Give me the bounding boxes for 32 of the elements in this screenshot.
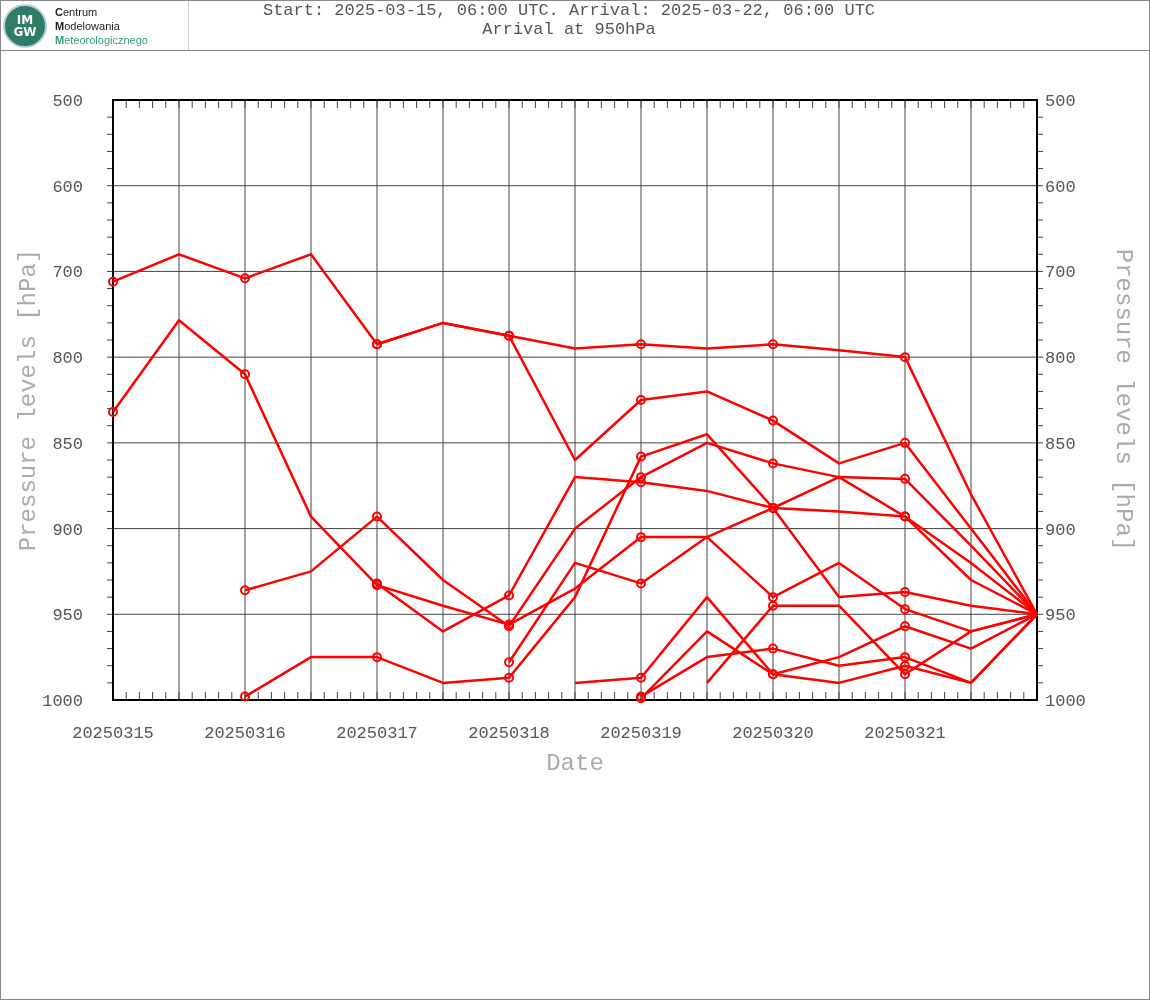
x-tick-label: 20250316 bbox=[204, 724, 286, 743]
logo-text: Centrum bbox=[55, 4, 99, 19]
logo-text: Meteorologicznego bbox=[55, 32, 148, 47]
y-axis-label: Pressure levels [hPa] bbox=[15, 248, 42, 552]
y-tick-label: 600 bbox=[52, 177, 83, 197]
y-tick-label: 800 bbox=[1045, 349, 1076, 369]
x-axis-label: Date bbox=[546, 750, 604, 777]
y-tick-label: 1000 bbox=[42, 692, 83, 711]
y-tick-label: 500 bbox=[1045, 92, 1076, 111]
y-tick-label: 700 bbox=[1045, 263, 1076, 283]
x-tick-label: 20250318 bbox=[468, 724, 550, 743]
chart-title: Arrival at 950hPa bbox=[482, 20, 656, 39]
y-tick-label: 850 bbox=[52, 434, 83, 454]
logo-text: Modelowania bbox=[55, 18, 121, 33]
x-tick-label: 20250321 bbox=[864, 724, 946, 743]
y-tick-label: 1000 bbox=[1045, 692, 1086, 711]
chart-title: Start: 2025-03-15, 06:00 UTC. Arrival: 2025-03-22, 06:00 UTC bbox=[262, 1, 876, 20]
y-tick-label: 850 bbox=[1045, 434, 1076, 454]
y-tick-label: 500 bbox=[52, 92, 83, 111]
logo-emblem-icon: IM GW bbox=[3, 3, 47, 48]
x-tick-label: 20250319 bbox=[600, 724, 682, 743]
y-axis-label: Pressure levels [hPa] bbox=[1110, 248, 1137, 552]
y-tick-label: 900 bbox=[1045, 520, 1076, 540]
y-tick-label: 950 bbox=[1045, 606, 1076, 626]
y-tick-label: 700 bbox=[52, 263, 83, 283]
x-tick-label: 20250317 bbox=[336, 724, 418, 743]
y-tick-label: 600 bbox=[1045, 177, 1076, 197]
y-tick-label: 900 bbox=[52, 520, 83, 540]
y-tick-label: 800 bbox=[52, 349, 83, 369]
y-tick-label: 950 bbox=[52, 606, 83, 626]
x-tick-label: 20250320 bbox=[732, 724, 814, 743]
x-tick-label: 20250315 bbox=[72, 724, 154, 743]
